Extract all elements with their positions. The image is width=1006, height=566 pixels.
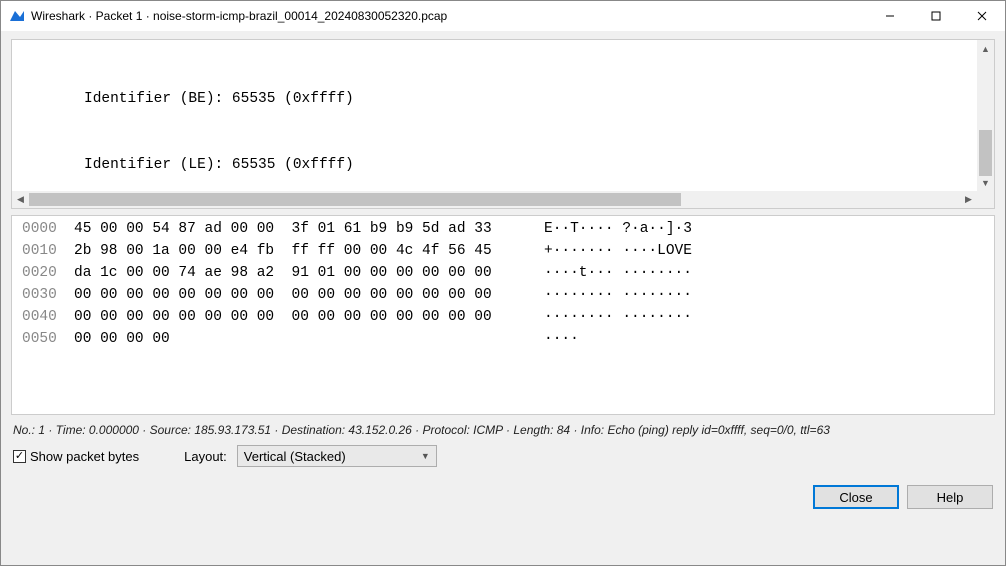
hex-bytes[interactable]: 00 00 00 00 — [74, 328, 514, 350]
hex-ascii[interactable]: ········ ········ — [514, 284, 692, 306]
hex-offset: 0020 — [12, 262, 74, 284]
close-button[interactable]: Close — [813, 485, 899, 509]
scroll-left-icon[interactable]: ◀ — [12, 191, 29, 208]
layout-select[interactable]: Vertical (Stacked) ▼ — [237, 445, 437, 467]
hex-offset: 0010 — [12, 240, 74, 262]
packet-details-body[interactable]: Identifier (BE): 65535 (0xffff) Identifi… — [12, 40, 994, 208]
scroll-down-icon[interactable]: ▼ — [977, 174, 994, 191]
close-window-button[interactable] — [959, 1, 1005, 31]
hex-ascii[interactable]: +······· ····LOVE — [514, 240, 692, 262]
hex-ascii[interactable]: ········ ········ — [514, 306, 692, 328]
scroll-right-icon[interactable]: ▶ — [960, 191, 977, 208]
packet-summary: No.: 1 · Time: 0.000000 · Source: 185.93… — [11, 415, 995, 441]
show-bytes-checkbox[interactable]: ✓ Show packet bytes — [13, 449, 139, 464]
maximize-button[interactable] — [913, 1, 959, 31]
hex-row[interactable]: 0050 00 00 00 00 ···· — [12, 328, 994, 350]
hex-ascii[interactable]: ···· — [514, 328, 579, 350]
window-title: Wireshark · Packet 1 · noise-storm-icmp-… — [31, 9, 867, 23]
window-buttons — [867, 1, 1005, 31]
checkbox-icon[interactable]: ✓ — [13, 450, 26, 463]
wireshark-icon — [9, 8, 25, 24]
hex-offset: 0000 — [12, 218, 74, 240]
layout-label: Layout: — [184, 449, 227, 464]
packet-bytes-pane[interactable]: 0000 45 00 00 54 87 ad 00 00 3f 01 61 b9… — [11, 215, 995, 415]
chevron-down-icon: ▼ — [421, 451, 430, 461]
scroll-thumb-h[interactable] — [29, 193, 681, 206]
hex-ascii[interactable]: ····t··· ········ — [514, 262, 692, 284]
help-button-label: Help — [937, 490, 964, 505]
hex-bytes[interactable]: 45 00 00 54 87 ad 00 00 3f 01 61 b9 b9 5… — [74, 218, 514, 240]
packet-details-pane[interactable]: Identifier (BE): 65535 (0xffff) Identifi… — [11, 39, 995, 209]
tree-field-id-be[interactable]: Identifier (BE): 65535 (0xffff) — [12, 88, 994, 110]
hex-bytes[interactable]: da 1c 00 00 74 ae 98 a2 91 01 00 00 00 0… — [74, 262, 514, 284]
hex-offset: 0040 — [12, 306, 74, 328]
horizontal-scrollbar[interactable]: ◀ ▶ — [12, 191, 977, 208]
dialog-buttons: Close Help — [11, 471, 995, 511]
close-button-label: Close — [839, 490, 872, 505]
tree-field-id-le[interactable]: Identifier (LE): 65535 (0xffff) — [12, 154, 994, 176]
hex-row[interactable]: 0020 da 1c 00 00 74 ae 98 a2 91 01 00 00… — [12, 262, 994, 284]
hex-row[interactable]: 0000 45 00 00 54 87 ad 00 00 3f 01 61 b9… — [12, 218, 994, 240]
hex-bytes[interactable]: 00 00 00 00 00 00 00 00 00 00 00 00 00 0… — [74, 284, 514, 306]
hex-bytes[interactable]: 00 00 00 00 00 00 00 00 00 00 00 00 00 0… — [74, 306, 514, 328]
hex-offset: 0050 — [12, 328, 74, 350]
titlebar: Wireshark · Packet 1 · noise-storm-icmp-… — [1, 1, 1005, 31]
scroll-track[interactable] — [29, 191, 960, 208]
options-row: ✓ Show packet bytes Layout: Vertical (St… — [11, 441, 995, 471]
layout-select-value: Vertical (Stacked) — [244, 449, 346, 464]
hex-row[interactable]: 0040 00 00 00 00 00 00 00 00 00 00 00 00… — [12, 306, 994, 328]
help-button[interactable]: Help — [907, 485, 993, 509]
hex-ascii[interactable]: E··T···· ?·a··]·3 — [514, 218, 692, 240]
hex-row[interactable]: 0010 2b 98 00 1a 00 00 e4 fb ff ff 00 00… — [12, 240, 994, 262]
minimize-button[interactable] — [867, 1, 913, 31]
show-bytes-label: Show packet bytes — [30, 449, 139, 464]
hex-offset: 0030 — [12, 284, 74, 306]
scroll-corner — [977, 191, 994, 208]
scroll-thumb[interactable] — [979, 130, 992, 176]
hex-bytes[interactable]: 2b 98 00 1a 00 00 e4 fb ff ff 00 00 4c 4… — [74, 240, 514, 262]
vertical-scrollbar[interactable]: ▲ ▼ — [977, 40, 994, 191]
scroll-up-icon[interactable]: ▲ — [977, 40, 994, 57]
hex-row[interactable]: 0030 00 00 00 00 00 00 00 00 00 00 00 00… — [12, 284, 994, 306]
content-area: Identifier (BE): 65535 (0xffff) Identifi… — [1, 31, 1005, 565]
